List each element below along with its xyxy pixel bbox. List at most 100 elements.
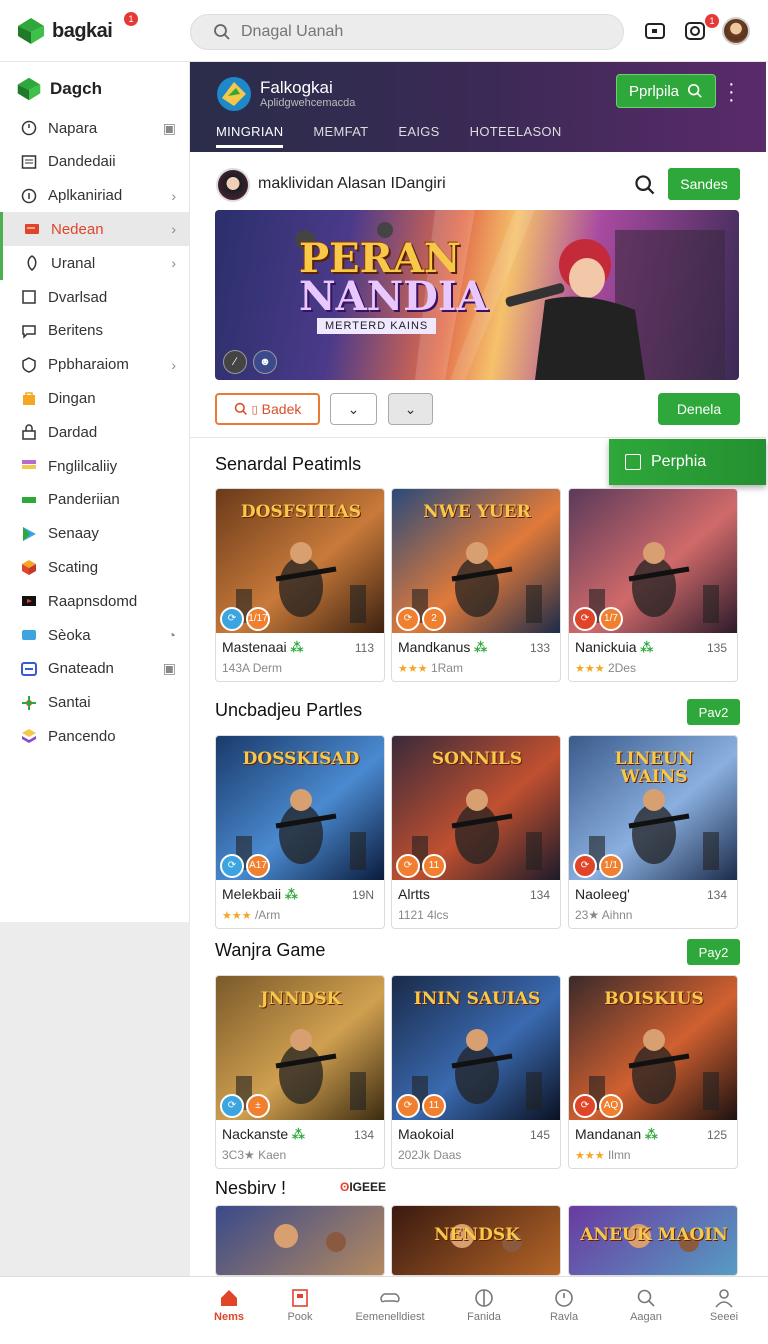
game-card[interactable]: BOISKIUS ⟳ AQ Mandanan ⁂ 125 ★★★ Ilmn [568, 975, 738, 1169]
profile-avatar[interactable] [216, 168, 250, 202]
banner-play-label: Pprlpila [628, 82, 680, 100]
search-bar[interactable] [190, 14, 624, 50]
card-icon [23, 220, 41, 238]
nav-item-5[interactable]: Aagan [601, 1285, 691, 1323]
edit-icon[interactable]: ∕ [223, 350, 247, 374]
app-logo[interactable]: bagkai 1 [16, 12, 138, 46]
sidebar-item-4[interactable]: Uranal › [0, 246, 190, 281]
sidebar-item-label: Dardad [48, 423, 98, 441]
divider [190, 437, 766, 438]
sidebar-item-9[interactable]: Dardad [0, 415, 190, 449]
tab-2[interactable]: EAIGS [398, 124, 439, 148]
sidebar-item-10[interactable]: Fnglilcaliiy [0, 449, 190, 483]
game-card-meta-text: Ilmn [607, 1148, 631, 1162]
clock-icon [519, 1285, 609, 1311]
game-card-meta: 3C3★ Kaen [222, 1148, 286, 1162]
sidebar-item-11[interactable]: Panderiian [0, 483, 190, 517]
sidebar-item-6[interactable]: Beritens [0, 314, 190, 348]
filter-dropdown-2[interactable]: ⌄ [388, 393, 433, 425]
tab-0[interactable]: MINGRIAN [216, 124, 284, 148]
sidebar-header[interactable]: Dagch [16, 76, 102, 102]
sidebar-item-label: Gnateadn [48, 660, 114, 678]
game-card[interactable]: JNNDSK ⟳ ± Nackanste ⁂ 134 3C3★ Kaen [215, 975, 385, 1169]
profile-name: maklividan Alasan IDangiri [258, 175, 446, 192]
banner-play-button[interactable]: Pprlpila [616, 74, 716, 108]
platform-icon: ⟳ [396, 1094, 420, 1118]
game-logo-icon[interactable] [216, 76, 252, 112]
game-card[interactable]: ⟳ 1/7 Nanickuia ⁂ 135 ★★★ 2Des [568, 488, 738, 682]
more-options-icon[interactable]: · · · [728, 74, 735, 110]
game-card[interactable]: NWE YUER ⟳ 2 Mandkanus ⁂ 133 ★★★ 1Ram [391, 488, 561, 682]
star-rating: ★★★ [398, 663, 428, 675]
profile-action-button[interactable]: Sandes [668, 168, 740, 200]
search-input[interactable] [241, 23, 581, 41]
game-card-meta: ★★★ 2Des [575, 661, 636, 675]
sidebar-item-16[interactable]: Gnateadn ▣ [0, 652, 190, 686]
section-tag-text: IGEEE [349, 1180, 387, 1194]
game-card[interactable]: ININ SAUIAS ⟳ 11 Maokoial 145 202Jk Daas [391, 975, 561, 1169]
game-card-count: 113 [354, 641, 374, 655]
game-card[interactable]: SONNILS ⟳ 11 Alrtts 134 1121 4lcs [391, 735, 561, 929]
nav-item-1[interactable]: Pook [255, 1285, 345, 1323]
mask-icon[interactable]: ☻ [253, 350, 277, 374]
game-card[interactable]: NENDSK [391, 1205, 561, 1276]
nav-item-6[interactable]: Seeei [679, 1285, 768, 1323]
hero-title-line2: NANDIA [299, 273, 488, 320]
game-card-name: Alrtts [398, 886, 430, 902]
game-card-meta-text: 23★ Aihnn [575, 908, 633, 922]
sidebar-item-8[interactable]: Dingan [0, 381, 190, 415]
sidebar-item-label: Fnglilcaliiy [48, 457, 118, 475]
sidebar-item-15[interactable]: Sèoka ◔ [0, 618, 190, 652]
sidebar-item-1[interactable]: Dandedaii [0, 145, 190, 179]
game-card-name: Melekbaii [222, 886, 282, 902]
filter-action-button[interactable]: Denela [658, 393, 740, 425]
section-button[interactable]: Pav2 [687, 699, 740, 725]
floating-action-button[interactable]: Perphia [609, 439, 766, 485]
nav-item-2[interactable]: Eemenelldiest [345, 1285, 435, 1323]
tab-1[interactable]: MEMFAT [313, 124, 368, 148]
game-card-name: Mandanan [575, 1126, 642, 1142]
user-avatar[interactable] [722, 17, 750, 45]
game-card-meta: ★★★ /Arm [222, 908, 280, 922]
game-card-name-row: Maokoial [398, 1126, 454, 1142]
sidebar-item-5[interactable]: Dvarlsad [0, 280, 190, 314]
search-icon[interactable] [634, 174, 656, 196]
window-icon [20, 660, 38, 678]
game-card-meta-text: 143A Derm [222, 661, 283, 675]
game-card-art-title: DOSFSITIAS [240, 502, 362, 522]
gamepad-icon[interactable] [644, 20, 666, 42]
nav-item-3[interactable]: Fanida [439, 1285, 529, 1323]
bag-icon [20, 389, 38, 407]
sidebar-item-17[interactable]: Santai [0, 686, 190, 720]
section-button[interactable]: Pay2 [687, 939, 740, 965]
tab-3[interactable]: HOTEELASON [470, 124, 562, 148]
filter-primary-button[interactable]: ▯ Badek [215, 393, 320, 425]
age-rating-badge: 11 [422, 854, 446, 878]
sidebar-item-13[interactable]: Scating [0, 550, 190, 584]
sidebar-item-label: Dingan [48, 389, 96, 407]
nav-item-4[interactable]: Ravla [519, 1285, 609, 1323]
game-card-name-row: Mastenaai ⁂ [222, 639, 304, 656]
game-card[interactable] [215, 1205, 385, 1276]
sidebar-item-3[interactable]: Nedean › [0, 212, 190, 247]
game-card[interactable]: ANEUK MAOIN [568, 1205, 738, 1276]
game-card[interactable]: DOSSKISAD ⟳ A17 Melekbaii ⁂ 19N ★★★ /Arm [215, 735, 385, 929]
game-card[interactable]: DOSFSITIAS ⟳ 1/17 Mastenaai ⁂ 113 143A Derm [215, 488, 385, 682]
hero-image[interactable]: PERAN NANDIA MERTERD KAINS ∕ ☻ [215, 210, 739, 380]
notification-icon[interactable] [684, 20, 706, 42]
game-card-name-row: Nackanste ⁂ [222, 1126, 305, 1143]
sidebar-item-12[interactable]: Senaay [0, 517, 190, 551]
game-card-meta-text: 1121 4lcs [398, 908, 449, 922]
platform-icon: ⟳ [220, 854, 244, 878]
sidebar-item-18[interactable]: Pancendo [0, 719, 190, 753]
filter-dropdown-1[interactable]: ⌄ [330, 393, 377, 425]
search-icon [687, 83, 702, 98]
sidebar-item-2[interactable]: Aplkaniriad › [0, 179, 190, 213]
game-card-name-row: Alrtts [398, 886, 430, 902]
game-card[interactable]: LINEUN WAINS ⟳ 1/1 Naoleeg' 134 23★ Aihnn [568, 735, 738, 929]
sidebar-item-14[interactable]: Raapnsdomd [0, 584, 190, 618]
sidebar-item-7[interactable]: Ppbharaiom › [0, 348, 190, 382]
filter-primary-label: Badek [261, 401, 302, 417]
top-bar: bagkai 1 1 [0, 0, 768, 62]
sidebar-item-0[interactable]: Napara ▣ [0, 111, 190, 145]
